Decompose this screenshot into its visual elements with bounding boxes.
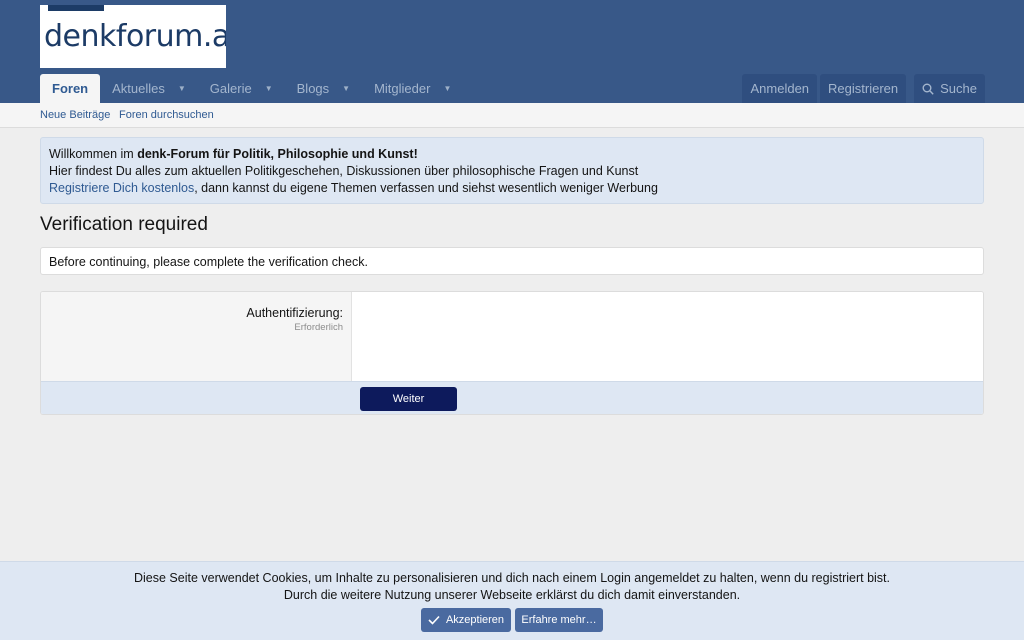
accept-cookies-button[interactable]: Akzeptieren xyxy=(421,608,511,632)
check-icon xyxy=(428,615,440,625)
tab-label: Blogs xyxy=(296,81,330,96)
auth-label: Authentifizierung: xyxy=(246,306,343,320)
learn-more-button[interactable]: Erfahre mehr… xyxy=(515,608,603,632)
notice-prefix: Willkommen im xyxy=(49,147,138,161)
sub-nav: Neue Beiträge Foren durchsuchen xyxy=(0,103,1024,128)
site-logo[interactable]: denkforum.at xyxy=(40,5,226,68)
captcha-area[interactable] xyxy=(353,292,983,381)
required-hint: Erforderlich xyxy=(294,322,343,333)
cookie-text-1: Diese Seite verwendet Cookies, um Inhalt… xyxy=(134,571,890,585)
verification-form: Authentifizierung: Erforderlich Weiter xyxy=(40,291,984,415)
tab-foren[interactable]: Foren xyxy=(40,74,101,103)
notice-line-2: Hier findest Du alles zum aktuellen Poli… xyxy=(49,164,639,178)
form-footer: Weiter xyxy=(41,381,983,414)
tab-galerie[interactable]: Galerie ▼ xyxy=(198,74,285,103)
tab-label: Mitglieder xyxy=(374,81,431,96)
link-new-posts[interactable]: Neue Beiträge xyxy=(40,109,110,121)
chevron-down-icon[interactable]: ▼ xyxy=(443,84,451,93)
tab-aktuelles[interactable]: Aktuelles ▼ xyxy=(100,74,198,103)
account-nav: Anmelden Registrieren Suche xyxy=(742,74,985,103)
notice-line-1: Willkommen im denk-Forum für Politik, Ph… xyxy=(49,146,975,163)
chevron-down-icon[interactable]: ▼ xyxy=(265,84,273,93)
search-label: Suche xyxy=(940,81,977,96)
register-button[interactable]: Registrieren xyxy=(820,74,907,103)
page-title: Verification required xyxy=(40,214,208,235)
notice-line-3: Registriere Dich kostenlos, dann kannst … xyxy=(49,180,975,197)
tab-blogs[interactable]: Blogs ▼ xyxy=(285,74,362,103)
search-icon xyxy=(922,83,934,95)
cookie-banner: Diese Seite verwendet Cookies, um Inhalt… xyxy=(0,561,1024,640)
welcome-notice: Willkommen im denk-Forum für Politik, Ph… xyxy=(40,137,984,204)
cookie-text-2: Durch die weitere Nutzung unserer Websei… xyxy=(283,588,741,602)
logo-text: denkforum.at xyxy=(44,19,226,54)
accept-label: Akzeptieren xyxy=(445,614,505,626)
chevron-down-icon[interactable]: ▼ xyxy=(178,84,186,93)
continue-button[interactable]: Weiter xyxy=(360,387,457,411)
link-search-forums[interactable]: Foren durchsuchen xyxy=(119,109,214,121)
chevron-down-icon[interactable]: ▼ xyxy=(342,84,350,93)
login-button[interactable]: Anmelden xyxy=(742,74,818,103)
tab-label: Aktuelles xyxy=(112,81,165,96)
main-nav: Foren Aktuelles ▼ Galerie ▼ Blogs ▼ Mitg… xyxy=(40,74,463,103)
tab-mitglieder[interactable]: Mitglieder ▼ xyxy=(362,74,463,103)
form-label-column: Authentifizierung: Erforderlich xyxy=(41,292,352,381)
site-header: denkforum.at Foren Aktuelles ▼ Galerie ▼… xyxy=(0,0,1024,103)
search-button[interactable]: Suche xyxy=(914,74,985,103)
tab-label: Galerie xyxy=(209,81,252,96)
verification-message: Before continuing, please complete the v… xyxy=(40,247,984,275)
tab-label: Foren xyxy=(52,81,89,96)
register-free-link[interactable]: Registriere Dich kostenlos xyxy=(49,181,194,195)
notice-rest: , dann kannst du eigene Themen verfassen… xyxy=(194,181,658,195)
notice-bold: denk-Forum für Politik, Philosophie und … xyxy=(137,147,418,161)
logo-bar xyxy=(48,5,104,11)
